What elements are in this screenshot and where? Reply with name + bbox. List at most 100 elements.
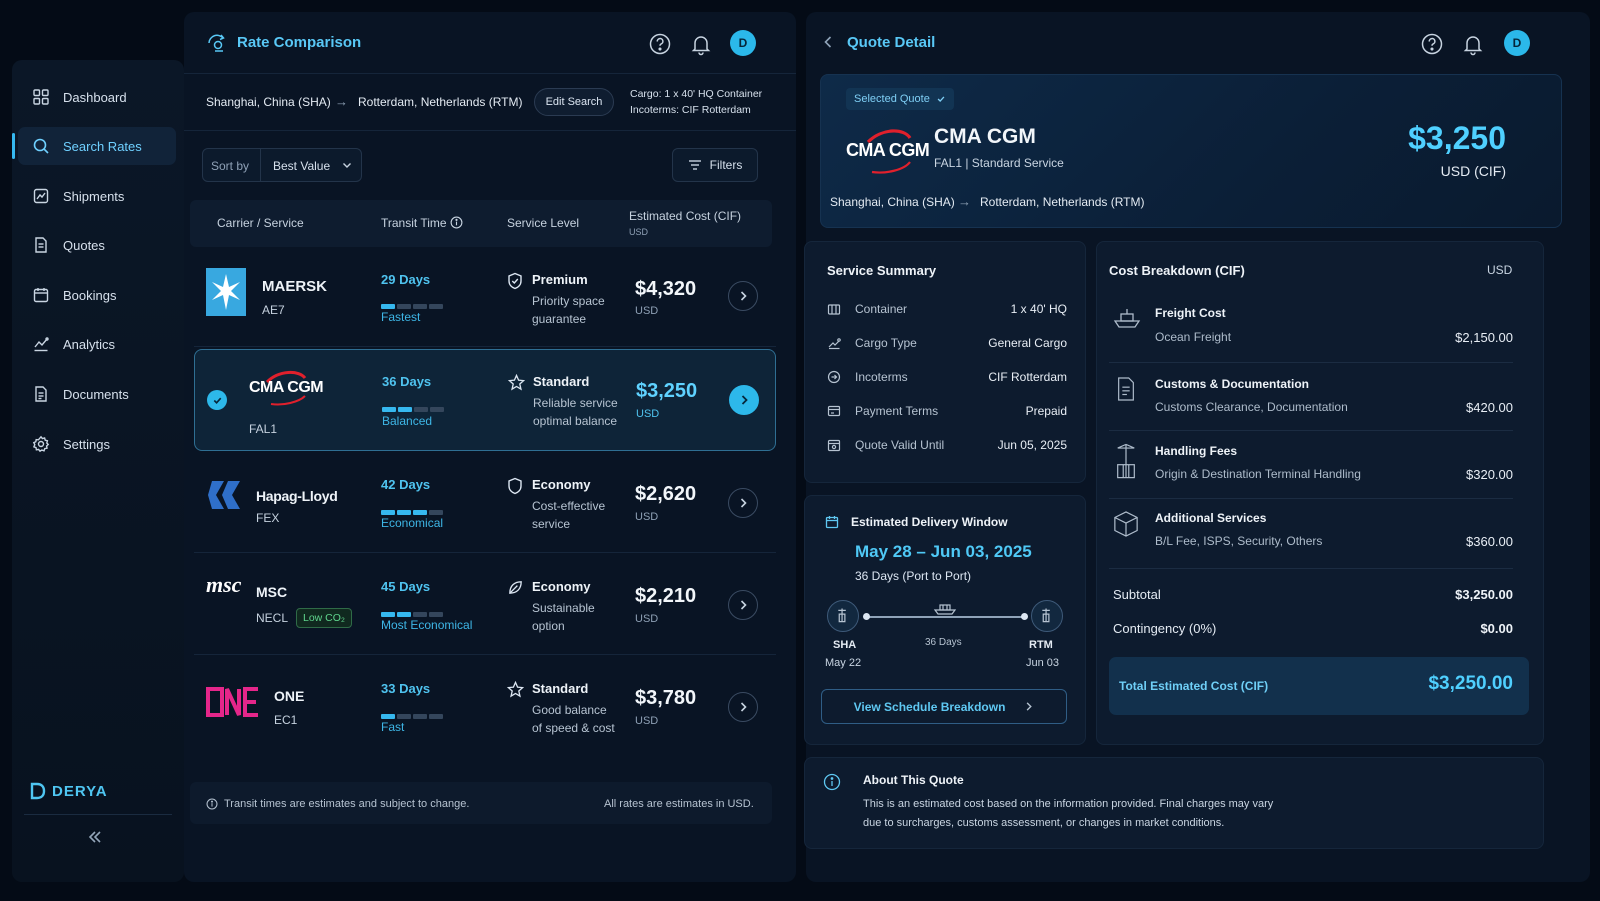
speed-bar-segment [397,714,411,719]
speed-bar-segment [381,612,395,617]
sidebar-item-search-rates[interactable]: Search Rates [12,127,176,165]
notifications-button[interactable] [1461,32,1485,56]
column-service[interactable]: Service Level [507,216,579,230]
notifications-button[interactable] [689,32,713,56]
star-icon [507,681,524,698]
table-row[interactable]: Hapag-Lloyd FEX 42 Days Economical Econo… [194,453,776,553]
speed-bar-segment [413,612,427,617]
view-quote-button[interactable] [729,385,759,415]
cost-item-sub: Origin & Destination Terminal Handling [1155,467,1361,481]
service-desc-1: Sustainable [532,601,595,615]
cost-item-title: Handling Fees [1155,444,1238,458]
help-button[interactable] [648,32,672,56]
cost-item-title: Customs & Documentation [1155,377,1310,391]
incoterms-icon [827,370,841,384]
summary-label: Container [855,302,908,316]
column-cost[interactable]: Estimated Cost (CIF) [629,209,741,223]
sidebar-item-bookings[interactable]: Bookings [18,276,176,314]
transit-tag: Economical [381,516,444,530]
sidebar-item-quotes[interactable]: Quotes [18,226,176,264]
selected-check-icon[interactable] [207,390,227,410]
bell-icon [691,36,711,56]
shipments-icon [33,188,49,204]
transit-tag: Balanced [382,414,433,428]
calendar-icon [33,288,49,303]
collapse-sidebar-button[interactable] [84,826,106,848]
cost-item-amount: $420.00 [1466,400,1513,415]
speed-bar-segment [429,304,443,309]
service-level: Economy [532,477,591,492]
cost-item-sub: Customs Clearance, Documentation [1155,400,1348,414]
transit-tag: Fast [381,720,405,734]
price-currency: USD [635,305,659,317]
avatar[interactable]: D [730,30,756,56]
service-level: Standard [533,374,590,389]
container-icon [827,304,841,315]
star-icon [508,374,525,391]
column-carrier[interactable]: Carrier / Service [217,216,304,230]
one-logo [206,685,262,719]
destination-code: RTM [1029,639,1053,651]
filter-icon [688,160,701,170]
about-quote-card: About This Quote This is an estimated co… [804,757,1544,849]
speed-bar-segment [430,407,444,412]
avatar[interactable]: D [1504,30,1530,56]
view-schedule-button[interactable]: View Schedule Breakdown [821,689,1067,724]
back-button[interactable] [822,34,834,50]
chevron-down-icon [341,159,353,171]
sidebar-item-documents[interactable]: Documents [18,375,176,413]
brand-logo: DERYA [30,782,108,800]
sidebar-item-dashboard[interactable]: Dashboard [18,78,176,116]
footer-currency-note: All rates are estimates in USD. [604,798,754,810]
brand-name: DERYA [52,782,108,800]
speed-bar-segment [381,304,395,309]
selected-service: FAL1 | Standard Service [934,156,1064,170]
column-transit[interactable]: Transit Time [381,216,447,230]
delivery-window-card: Estimated Delivery Window May 28 – Jun 0… [804,495,1086,745]
about-line-1: This is an estimated cost based on the i… [863,798,1274,810]
summary-label: Incoterms [855,370,908,384]
origin-code: SHA [833,639,857,651]
delivery-range: May 28 – Jun 03, 2025 [855,542,1032,561]
view-quote-button[interactable] [728,692,758,722]
filters-button[interactable]: Filters [672,148,758,182]
chevron-left-icon [824,36,832,48]
service-code: EC1 [274,713,298,727]
service-code: AE7 [262,303,285,317]
edit-search-button[interactable]: Edit Search [534,88,614,116]
gear-icon [32,435,50,453]
view-quote-button[interactable] [728,590,758,620]
chevron-right-icon [740,498,747,508]
service-code: FAL1 [249,422,278,436]
sidebar-item-settings[interactable]: Settings [18,425,176,463]
service-level: Premium [532,272,588,287]
sidebar-item-shipments[interactable]: Shipments [18,177,176,215]
service-code: NECL [256,611,289,625]
chevron-right-icon [740,291,747,301]
timeline-dot [1021,613,1028,620]
sidebar-item-label: Search Rates [63,138,142,154]
service-desc-1: Reliable service [533,396,618,410]
view-quote-button[interactable] [728,488,758,518]
sort-select[interactable]: Sort by Best Value [202,148,362,182]
timeline-line [865,616,1025,618]
page-title: Quote Detail [847,34,936,51]
view-quote-button[interactable] [728,281,758,311]
table-row-selected[interactable]: CMA CGM FAL1 36 Days Balanced Standard R… [194,349,776,451]
service-desc-1: Good balance [532,703,607,717]
cma-cgm-logo: CMA CGM [247,368,327,406]
cma-cgm-logo: CMA CGM [846,124,932,176]
help-icon [1421,33,1443,55]
sidebar-item-analytics[interactable]: Analytics [18,325,176,363]
service-desc-2: optimal balance [533,414,618,428]
table-row[interactable]: msc MSC NECL Low CO₂ 45 Days Most Econom… [194,555,776,655]
shield-check-icon [507,272,523,290]
table-row[interactable]: ONE EC1 33 Days Fast Standard Good balan… [194,657,776,757]
column-cost-unit: USD [629,227,649,237]
service-summary-card: Service Summary Container 1 x 40' HQ Car… [804,241,1086,483]
transit-days: 45 Days [381,579,431,594]
delivery-duration: 36 Days (Port to Port) [855,569,972,583]
help-button[interactable] [1420,32,1444,56]
table-row[interactable]: MAERSK AE7 29 Days Fastest Premium Prior… [194,247,776,347]
info-icon[interactable] [450,216,463,229]
